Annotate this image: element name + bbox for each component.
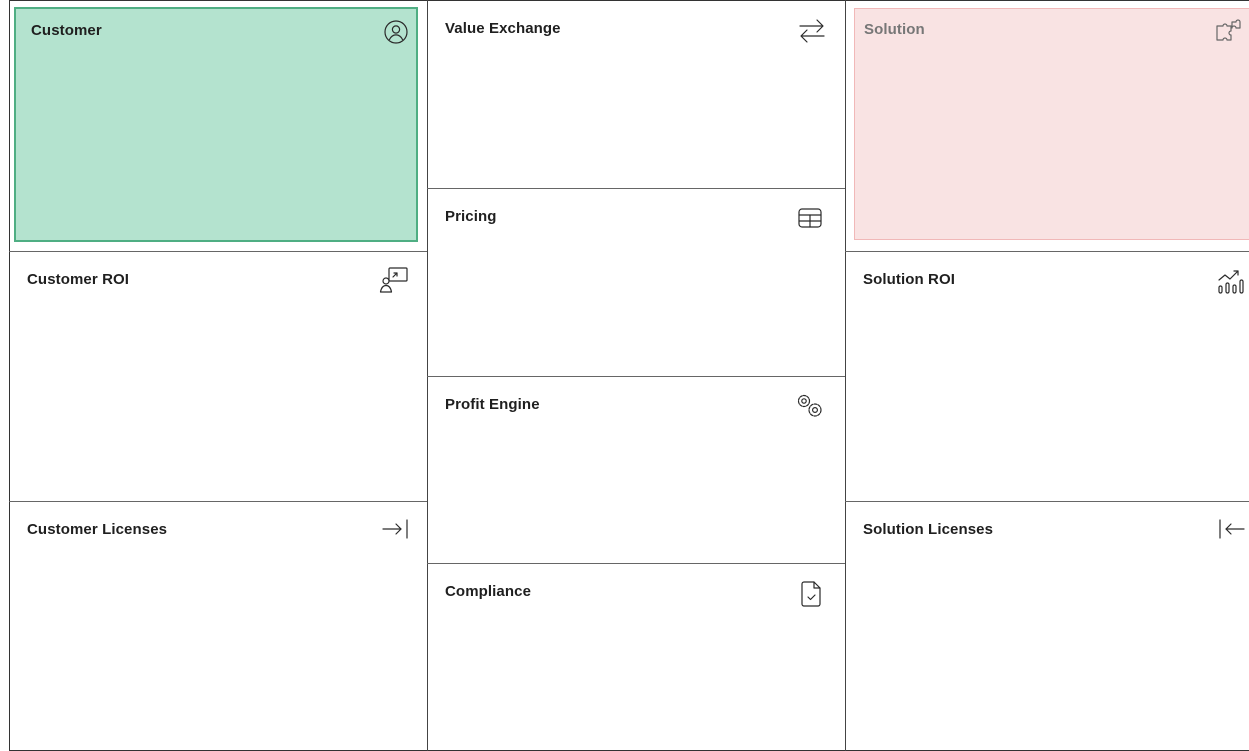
user-circle-icon [384,20,408,44]
chart-growth-icon [1218,270,1244,294]
gears-icon [797,394,822,417]
value-exchange-block[interactable]: Value Exchange [428,1,845,188]
arrows-exchange-icon [799,19,825,43]
presentation-chart-icon [379,267,408,293]
business-canvas: Customer Customer ROI Customer Licenses … [0,0,1249,751]
solution-licenses-block[interactable]: Solution Licenses [846,502,1249,750]
customer-roi-title: Customer ROI [27,271,130,288]
compliance-block[interactable]: Compliance [428,564,845,750]
arrow-left-from-bar-icon [1219,519,1245,539]
table-icon [798,208,822,228]
customer-licenses-title: Customer Licenses [27,521,168,538]
document-check-icon [801,581,821,607]
puzzle-icon [1216,19,1241,41]
profit-engine-block[interactable]: Profit Engine [428,377,845,563]
profit-engine-title: Profit Engine [445,396,540,413]
arrow-right-to-bar-icon [382,519,408,539]
solution-block[interactable]: Solution [854,8,1249,240]
solution-licenses-title: Solution Licenses [863,521,994,538]
pricing-block[interactable]: Pricing [428,189,845,376]
customer-licenses-block[interactable]: Customer Licenses [10,502,427,750]
solution-roi-title: Solution ROI [863,271,956,288]
value-exchange-title: Value Exchange [445,20,561,37]
pricing-title: Pricing [445,208,497,225]
compliance-title: Compliance [445,583,532,600]
solution-roi-block[interactable]: Solution ROI [846,252,1249,501]
customer-block[interactable]: Customer [14,7,418,242]
customer-roi-block[interactable]: Customer ROI [10,252,427,501]
solution-title: Solution [864,21,925,38]
customer-title: Customer [31,22,102,39]
